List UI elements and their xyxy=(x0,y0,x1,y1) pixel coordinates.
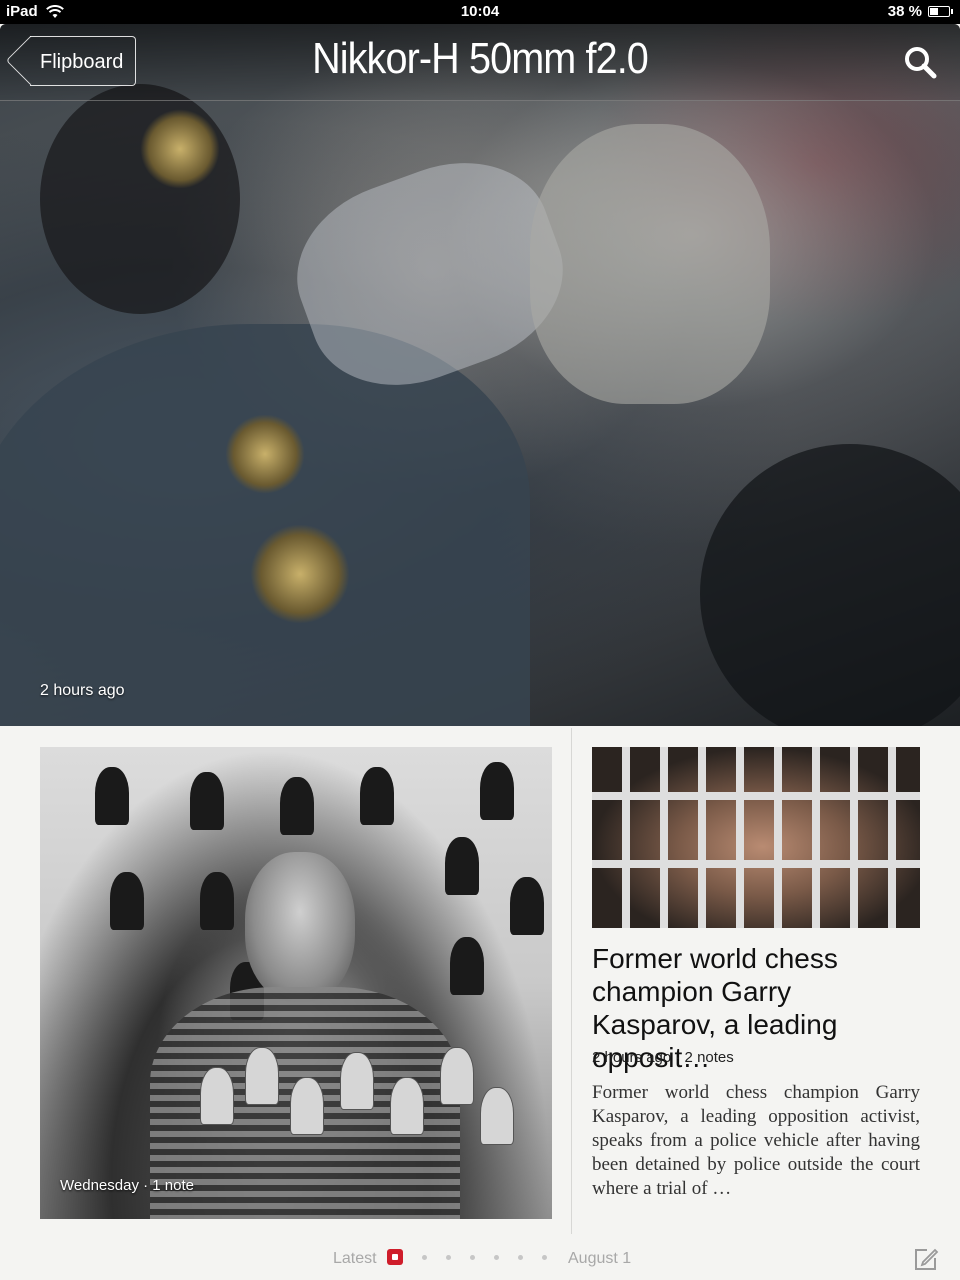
hero-photo-region xyxy=(40,84,240,314)
page-footer: Latest August 1 xyxy=(0,1240,960,1280)
section-title: Nikkor-H 50mm f2.0 xyxy=(312,34,649,83)
page-dot[interactable] xyxy=(470,1254,475,1260)
column-divider xyxy=(571,728,572,1234)
card-caption: Wednesday · 1 note xyxy=(60,1177,194,1194)
page-dot[interactable] xyxy=(542,1254,547,1260)
page-dot[interactable] xyxy=(446,1254,451,1260)
battery-icon xyxy=(928,6,953,17)
chess-piece xyxy=(200,872,234,930)
chess-piece xyxy=(440,1047,474,1105)
police-badge-graphic xyxy=(250,524,350,624)
hero-photo-region xyxy=(530,124,770,404)
section-header: Flipboard Nikkor-H 50mm f2.0 xyxy=(0,24,960,101)
chess-piece xyxy=(95,767,129,825)
status-bar: iPad 10:04 38 % xyxy=(0,0,960,24)
page-dot[interactable] xyxy=(422,1254,427,1260)
chess-piece xyxy=(445,837,479,895)
hero-article[interactable]: Flipboard Nikkor-H 50mm f2.0 2 hours ago xyxy=(0,24,960,726)
status-time: 10:04 xyxy=(460,3,500,20)
pagination-end-label[interactable]: August 1 xyxy=(568,1250,631,1268)
chess-piece xyxy=(450,937,484,995)
page-dot-current[interactable] xyxy=(387,1249,403,1265)
chess-piece xyxy=(280,777,314,835)
page-dot[interactable] xyxy=(518,1254,523,1260)
cage-bars-graphic xyxy=(592,747,920,928)
hero-photo-region xyxy=(0,324,530,726)
pagination-start-label[interactable]: Latest xyxy=(333,1250,377,1268)
battery-fill xyxy=(930,8,938,15)
article-meta: 2 hours ago · 2 notes xyxy=(592,1049,734,1066)
chess-piece xyxy=(480,762,514,820)
chess-piece xyxy=(290,1077,324,1135)
battery-percent: 38 % xyxy=(887,3,922,20)
chess-piece xyxy=(480,1087,514,1145)
status-right: 38 % xyxy=(887,3,953,20)
chess-piece xyxy=(245,1047,279,1105)
portrait-head xyxy=(245,852,355,1002)
chess-piece xyxy=(390,1077,424,1135)
article-excerpt[interactable]: Former world chess champion Garry Kaspar… xyxy=(592,1081,920,1201)
chess-piece xyxy=(110,872,144,930)
hero-timestamp: 2 hours ago xyxy=(40,682,125,699)
chess-piece xyxy=(340,1052,374,1110)
police-badge-graphic xyxy=(225,414,305,494)
article-thumbnail[interactable] xyxy=(592,747,920,928)
chess-piece xyxy=(360,767,394,825)
chess-piece xyxy=(510,877,544,935)
compose-icon[interactable] xyxy=(913,1246,939,1272)
police-badge-graphic xyxy=(140,109,220,189)
page-dot[interactable] xyxy=(494,1254,499,1260)
page-indicator[interactable] xyxy=(387,1249,547,1265)
search-icon[interactable] xyxy=(902,44,938,80)
chess-piece xyxy=(200,1067,234,1125)
chess-piece xyxy=(190,772,224,830)
hero-photo-region xyxy=(700,444,960,726)
article-card-photo[interactable]: Wednesday · 1 note xyxy=(40,747,552,1219)
